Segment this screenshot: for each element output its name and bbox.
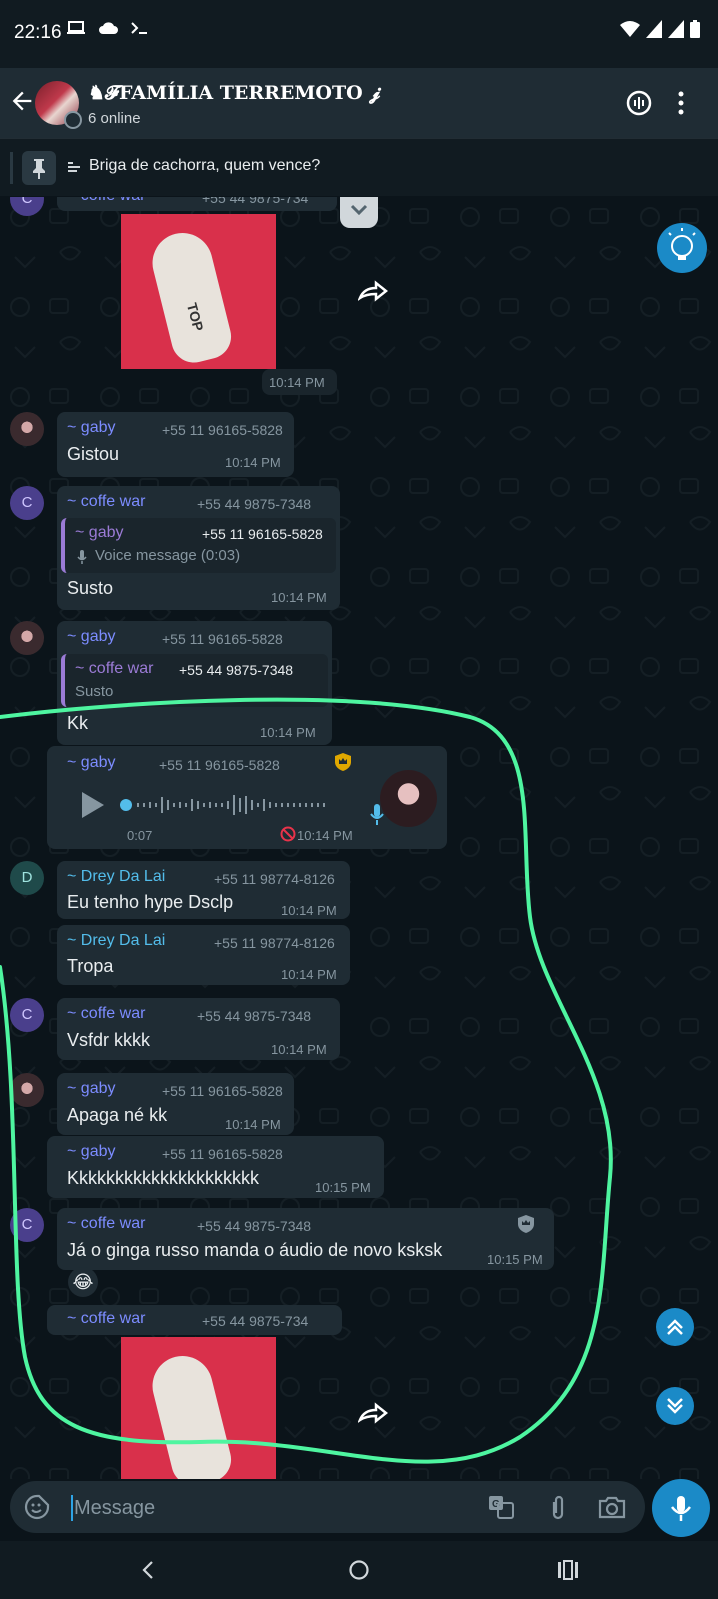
record-voice-button[interactable]: [652, 1479, 710, 1537]
cloud-icon: [99, 22, 119, 34]
mic-icon: [671, 1496, 691, 1521]
chat-area[interactable]: C ~ coffe war +55 44 9875-734 TOP 10:14 …: [0, 197, 718, 1479]
wifi-icon: [620, 21, 640, 37]
group-online-status: 6 online: [88, 110, 141, 127]
pin-button[interactable]: [22, 151, 56, 185]
compose-bar: Message G: [0, 1479, 718, 1541]
message-input[interactable]: Message: [74, 1497, 155, 1520]
disappearing-timer-icon: [64, 111, 82, 129]
voice-chat-icon[interactable]: [623, 87, 655, 119]
more-options-icon[interactable]: [675, 87, 687, 119]
translate-icon[interactable]: G: [488, 1495, 514, 1519]
nav-recents-icon[interactable]: [557, 1560, 579, 1580]
battery-icon: [690, 20, 700, 38]
system-nav-bar: [0, 1541, 718, 1599]
signal-icon: [668, 20, 684, 38]
text-caret: [71, 1495, 73, 1521]
sticker-icon[interactable]: [24, 1494, 50, 1520]
signal-icon: [646, 20, 662, 38]
message-input-pill[interactable]: Message G: [10, 1481, 645, 1533]
status-time: 22:16: [14, 22, 62, 43]
pinned-indicator: [10, 152, 13, 184]
back-arrow-icon[interactable]: [8, 87, 36, 115]
attach-icon[interactable]: [550, 1494, 566, 1522]
status-left-icons: [66, 20, 150, 41]
chat-header: ♞𝓕FAMÍLIA TERREMOTO 𝓳 6 online: [0, 68, 718, 138]
group-title[interactable]: ♞𝓕FAMÍLIA TERREMOTO 𝓳: [88, 82, 381, 104]
pinned-message-bar[interactable]: Briga de cachorra, quem vence?: [0, 138, 718, 196]
terminal-icon: [131, 22, 148, 34]
pinned-text: Briga de cachorra, quem vence?: [89, 157, 321, 174]
laptop-icon: [67, 21, 85, 34]
status-right-icons: [620, 20, 700, 38]
status-bar: 22:16: [0, 0, 718, 68]
camera-icon[interactable]: [598, 1495, 626, 1519]
highlight-annotation: [0, 697, 613, 1464]
pin-icon: [33, 159, 45, 179]
nav-home-icon[interactable]: [348, 1559, 370, 1581]
nav-back-icon[interactable]: [140, 1560, 156, 1580]
poll-lines-icon: [68, 162, 80, 172]
